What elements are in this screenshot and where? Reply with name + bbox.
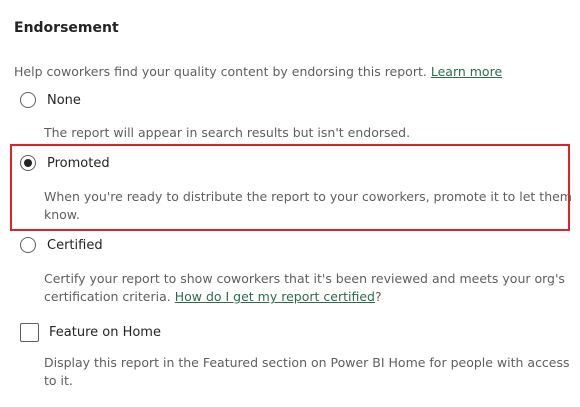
help-text-body: Help coworkers find your quality content…	[14, 64, 427, 79]
radio-option-promoted[interactable]: Promoted	[20, 155, 110, 171]
radio-label-promoted: Promoted	[47, 155, 110, 171]
radio-selected-dot	[24, 159, 32, 167]
radio-description-certified: Certify your report to show coworkers th…	[44, 270, 574, 306]
feature-on-home-checkbox[interactable]	[20, 323, 39, 342]
learn-more-link[interactable]: Learn more	[431, 64, 502, 79]
section-title: Endorsement	[14, 20, 119, 36]
certification-help-link[interactable]: How do I get my report certified	[175, 289, 375, 304]
feature-on-home-description: Display this report in the Featured sect…	[44, 355, 570, 388]
radio-label-certified: Certified	[47, 237, 103, 253]
radio-option-none[interactable]: None	[20, 92, 81, 108]
certification-link-suffix: ?	[374, 289, 382, 304]
radio-button-promoted[interactable]	[20, 155, 36, 171]
radio-option-certified[interactable]: Certified	[20, 237, 103, 253]
radio-description-promoted: When you're ready to distribute the repo…	[44, 189, 572, 222]
radio-label-none: None	[47, 92, 81, 108]
feature-on-home-label: Feature on Home	[49, 325, 161, 340]
radio-description-none: The report will appear in search results…	[44, 125, 411, 140]
radio-button-certified[interactable]	[20, 237, 36, 253]
help-text: Help coworkers find your quality content…	[14, 64, 502, 79]
feature-on-home-option[interactable]: Feature on Home	[20, 323, 161, 342]
radio-button-none[interactable]	[20, 92, 36, 108]
